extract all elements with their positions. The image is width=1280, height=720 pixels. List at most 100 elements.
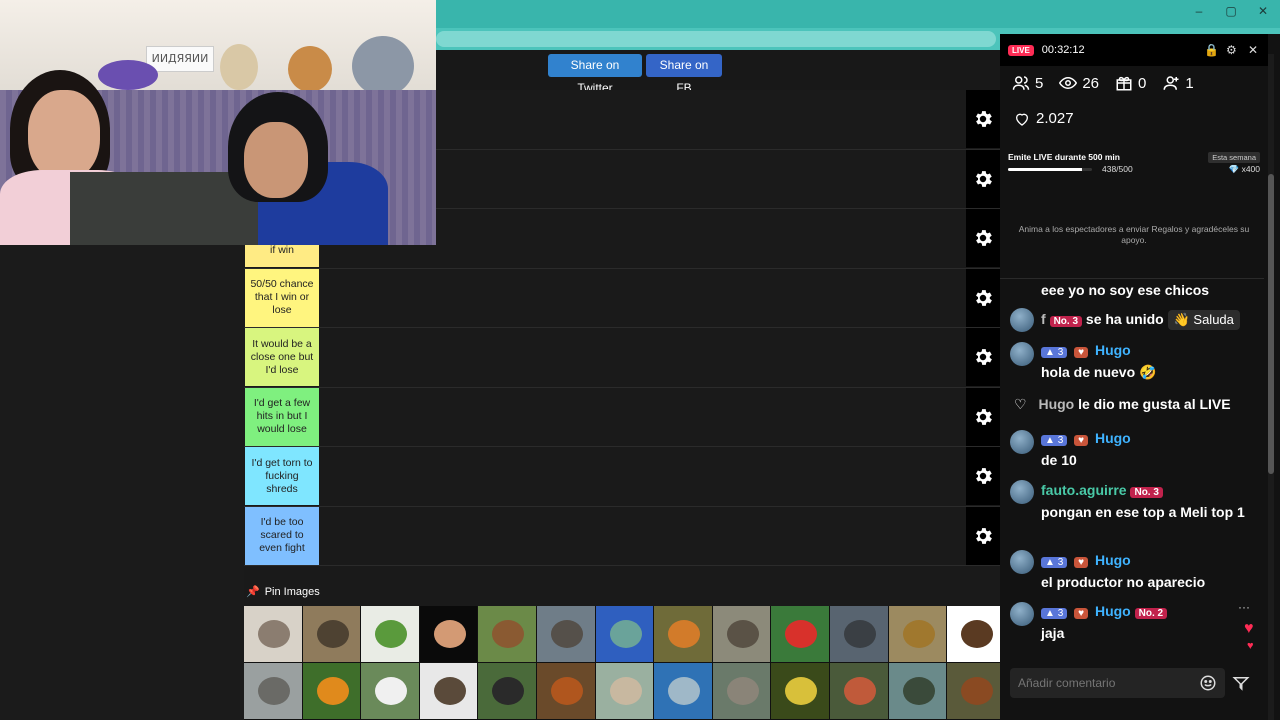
chat-user[interactable]: Hugo <box>1095 603 1131 619</box>
tier-drop-zone[interactable] <box>320 506 966 565</box>
chat-user[interactable]: Hugo <box>1095 342 1131 358</box>
send-icon[interactable] <box>1232 674 1250 692</box>
emoji-icon[interactable] <box>1199 674 1217 692</box>
wolf-image[interactable] <box>712 606 772 663</box>
gear-icon[interactable] <box>966 506 1000 565</box>
close-icon[interactable]: ✕ <box>1248 43 1258 57</box>
tier-drop-zone[interactable] <box>320 387 966 446</box>
tier-drop-zone[interactable] <box>320 447 966 505</box>
chat-user[interactable]: fauto.aguirre <box>1041 482 1127 498</box>
tiger-image[interactable] <box>654 606 713 663</box>
tier-label[interactable]: I'd get torn to fucking shreds <box>245 447 319 505</box>
level-badge: ▲ 3 <box>1041 347 1068 358</box>
share-twitter-button[interactable]: Share on Twitter <box>548 54 642 95</box>
minimize-button[interactable]: – <box>1190 4 1208 18</box>
saluda-button[interactable]: 👋 Saluda <box>1167 310 1240 330</box>
plush-eevee <box>288 46 332 92</box>
lock-icon[interactable]: 🔒 <box>1204 43 1219 57</box>
close-window-button[interactable]: ✕ <box>1254 4 1272 18</box>
avatar[interactable] <box>1010 550 1034 574</box>
gecko-image[interactable] <box>419 606 479 663</box>
stat-views[interactable]: 26 <box>1059 74 1099 92</box>
tier-label[interactable]: It would be a close one but I'd lose <box>245 328 319 386</box>
chat-user[interactable]: f <box>1041 311 1046 327</box>
gear-icon[interactable] <box>966 268 1000 327</box>
chat-user[interactable]: Hugo <box>1038 396 1074 412</box>
gear-icon[interactable] <box>966 209 1000 267</box>
komodo-dragon-image[interactable] <box>829 606 889 663</box>
chat-text: el productor no aparecio <box>1041 574 1206 590</box>
chat-scrollbar[interactable] <box>1268 54 1274 720</box>
elephant-figure <box>726 677 759 705</box>
share-fb-button[interactable]: Share on FB <box>646 54 722 95</box>
avatar[interactable] <box>1010 480 1034 504</box>
tier-label[interactable]: I'd get a few hits in but I would lose <box>245 387 319 446</box>
tier-drop-zone[interactable] <box>320 268 966 327</box>
avatar[interactable] <box>1010 308 1034 332</box>
live-goal[interactable]: Emite LIVE durante 500 min Esta semana 4… <box>1008 150 1260 186</box>
deer-figure <box>316 620 349 648</box>
ferret-image[interactable] <box>419 663 479 720</box>
oriole-image[interactable] <box>302 663 362 720</box>
comment-input[interactable] <box>1010 668 1225 698</box>
maximize-button[interactable]: ▢ <box>1222 4 1240 18</box>
stat-users[interactable]: 5 <box>1012 74 1043 92</box>
horse-figure <box>961 677 994 705</box>
gorilla-image[interactable] <box>478 663 537 720</box>
more-options-icon[interactable]: ··· <box>1238 600 1250 614</box>
alligator-figure <box>902 677 935 705</box>
gear-icon[interactable] <box>966 328 1000 386</box>
chat-user[interactable]: Hugo <box>1095 552 1131 568</box>
lion-figure <box>902 620 935 648</box>
mouse-figure <box>258 620 290 648</box>
lizard-image[interactable] <box>361 606 420 663</box>
bear-figure <box>492 620 525 648</box>
scroll-thumb[interactable] <box>1268 174 1274 474</box>
url-field[interactable] <box>436 31 996 47</box>
llama-image[interactable] <box>595 663 655 720</box>
elephant-image[interactable] <box>712 663 772 720</box>
live-panel: LIVE 00:32:12 🔒 ⚙ ✕ 5 26 0 1 2.027 Emite… <box>1000 34 1280 720</box>
rhino-image[interactable] <box>244 663 303 720</box>
live-stats: 5 26 0 1 <box>1012 74 1194 92</box>
heart-icon <box>1015 113 1029 126</box>
tier-label[interactable]: I'd be too scared to even fight <box>245 506 319 565</box>
eagle-image[interactable] <box>947 606 1000 663</box>
avatar[interactable] <box>1010 430 1034 454</box>
bear-image[interactable] <box>478 606 537 663</box>
parrot-image[interactable] <box>771 606 830 663</box>
hippo-image[interactable] <box>536 606 596 663</box>
alligator-image[interactable] <box>888 663 948 720</box>
avatar[interactable] <box>1010 342 1034 366</box>
mouse-image[interactable] <box>244 606 303 663</box>
pin-images-label[interactable]: 📌 Pin Images <box>246 585 320 599</box>
stat-views-value: 26 <box>1082 74 1100 92</box>
gear-icon[interactable] <box>966 90 1000 148</box>
starfish-image[interactable] <box>829 663 889 720</box>
snake-image[interactable] <box>771 663 830 720</box>
turtle-image[interactable] <box>595 606 655 663</box>
chat-text: pongan en ese top a Meli top 1 <box>1041 504 1245 520</box>
shark-image[interactable] <box>654 663 713 720</box>
chat-text: se ha unido <box>1085 311 1164 327</box>
webcam-overlay: ИИДЯЯИИ <box>0 0 436 245</box>
stat-gifts[interactable]: 0 <box>1115 74 1146 92</box>
horse-image[interactable] <box>947 663 1000 720</box>
name-sign: ИИДЯЯИИ <box>146 46 214 72</box>
gear-icon[interactable] <box>966 447 1000 505</box>
gear-icon[interactable] <box>966 387 1000 446</box>
deer-image[interactable] <box>302 606 362 663</box>
avatar[interactable] <box>1010 602 1034 626</box>
chat-user[interactable]: Hugo <box>1095 430 1131 446</box>
tier-drop-zone[interactable] <box>320 328 966 386</box>
gear-icon[interactable] <box>966 149 1000 208</box>
lion-image[interactable] <box>888 606 948 663</box>
settings-icon[interactable]: ⚙ <box>1226 43 1237 57</box>
panda-image[interactable] <box>361 663 420 720</box>
oriole-figure <box>316 677 349 705</box>
stat-followers[interactable]: 1 <box>1162 74 1194 92</box>
streamer-right <box>228 92 388 245</box>
tier-label[interactable]: 50/50 chance that I win or lose <box>245 268 319 327</box>
orangutan-image[interactable] <box>536 663 596 720</box>
floating-heart-icon: ♥ <box>1247 640 1254 652</box>
